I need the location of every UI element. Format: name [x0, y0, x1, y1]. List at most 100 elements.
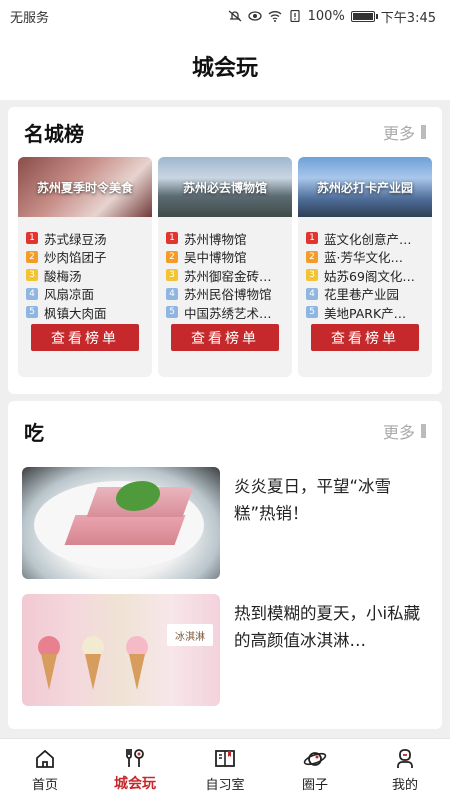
rank-badge: 1 [166, 232, 178, 245]
more-bar-icon [421, 125, 426, 139]
ice-cream-cone [85, 654, 101, 690]
profile-icon [397, 748, 413, 768]
page-header: 城会玩 [0, 32, 450, 100]
ranking-cover-image[interactable]: 苏州必打卡产业园 [298, 157, 432, 217]
ranking-cover-image[interactable]: 苏州必去博物馆 [158, 157, 292, 217]
ice-cream-cone [129, 654, 145, 690]
article-thumbnail[interactable]: 冰淇淋 [22, 594, 220, 706]
nav-study-room[interactable]: 自习室 [185, 747, 265, 793]
ranking-item[interactable]: 1 蓝文化创意产… [306, 229, 424, 248]
battery-percent: 100% [307, 8, 345, 24]
nav-home[interactable]: 首页 [5, 747, 85, 793]
ranking-item[interactable]: 5 中国苏绣艺术… [166, 303, 284, 322]
eat-more-button[interactable]: 更多 [383, 419, 426, 443]
ranking-item-text: 吴中博物馆 [184, 250, 247, 266]
ranking-item-text: 酸梅汤 [44, 268, 82, 284]
nav-city-play[interactable]: 城会玩 [95, 746, 175, 793]
eat-title: 吃 [24, 420, 44, 445]
ranking-column-park[interactable]: 苏州必打卡产业园 1 蓝文化创意产… 2 蓝·芳华文化… 3 姑苏69阁文化… 4 花里… [298, 157, 432, 377]
rankings-card: 名城榜 更多 苏州夏季时令美食 1 苏式绿豆汤 2 炒肉馅团子 3 酸梅汤 4 风扇凉面… [8, 107, 442, 394]
ranking-item-text: 蓝·芳华文化… [324, 250, 403, 266]
ranking-item-text: 中国苏绣艺术… [184, 305, 272, 321]
nav-circle[interactable]: 圈子 [275, 747, 355, 793]
ranking-item[interactable]: 3 苏州御窑金砖… [166, 266, 284, 285]
ranking-item[interactable]: 2 吴中博物馆 [166, 248, 284, 267]
ranking-item[interactable]: 5 美地PARK产… [306, 303, 424, 322]
ranking-item-text: 枫镇大肉面 [44, 305, 107, 321]
rank-badge: 5 [306, 306, 318, 319]
rank-badge: 1 [26, 232, 38, 245]
rank-badge: 2 [306, 250, 318, 263]
rank-badge: 2 [26, 250, 38, 263]
home-icon [36, 749, 54, 768]
view-ranking-button[interactable]: 查看榜单 [311, 324, 419, 351]
ranking-cover-title: 苏州必去博物馆 [182, 180, 267, 195]
nav-label: 首页 [31, 777, 58, 793]
mute-icon [228, 10, 242, 22]
ranking-column-museum[interactable]: 苏州必去博物馆 1 苏州博物馆 2 吴中博物馆 3 苏州御窑金砖… 4 苏州民俗博物馆 … [158, 157, 292, 377]
rank-badge: 5 [26, 306, 38, 319]
nav-mine[interactable]: 我的 [365, 747, 445, 793]
ranking-item[interactable]: 2 炒肉馅团子 [26, 248, 144, 267]
rankings-title: 名城榜 [24, 121, 84, 146]
ranking-list: 1 蓝文化创意产… 2 蓝·芳华文化… 3 姑苏69阁文化… 4 花里巷产业园 5 美地P… [298, 217, 432, 322]
rank-badge: 2 [166, 250, 178, 263]
rank-badge: 1 [306, 232, 318, 245]
ranking-list: 1 苏州博物馆 2 吴中博物馆 3 苏州御窑金砖… 4 苏州民俗博物馆 5 中国苏绣艺术… [158, 217, 292, 322]
ranking-list: 1 苏式绿豆汤 2 炒肉馅团子 3 酸梅汤 4 风扇凉面 5 枫镇大肉面 [18, 217, 152, 322]
ranking-item[interactable]: 4 风扇凉面 [26, 285, 144, 304]
rank-badge: 3 [26, 269, 38, 282]
carrier-text: 无服务 [10, 10, 50, 26]
bottom-nav: 首页 城会玩 自习室 圈子 我的 [0, 738, 450, 800]
ranking-item-text: 风扇凉面 [44, 287, 95, 303]
battery-icon [350, 10, 378, 22]
article-title[interactable]: 热到模糊的夏天，小i私藏的高颜值冰淇淋… [220, 594, 428, 706]
ranking-item-text: 炒肉馅团子 [44, 250, 107, 266]
ranking-item[interactable]: 1 苏州博物馆 [166, 229, 284, 248]
page-title: 城会玩 [191, 56, 258, 81]
article-title[interactable]: 炎炎夏日，平望“冰雪糕”热销！ [220, 467, 428, 579]
wifi-icon [268, 11, 282, 22]
rank-badge: 5 [166, 306, 178, 319]
ranking-item-text: 苏州博物馆 [184, 231, 247, 247]
ranking-item[interactable]: 1 苏式绿豆汤 [26, 229, 144, 248]
rank-badge: 3 [306, 269, 318, 282]
ranking-item[interactable]: 3 姑苏69阁文化… [306, 266, 424, 285]
eat-card: 吃 更多 炎炎夏日，平望“冰雪糕”热销！ 冰淇淋 热到模糊的夏天，小i私藏的高颜… [8, 401, 442, 729]
nav-label: 城会玩 [114, 776, 156, 792]
ranking-item-text: 苏州民俗博物馆 [184, 287, 272, 303]
nav-label: 我的 [391, 777, 418, 793]
rankings-more-button[interactable]: 更多 [383, 120, 426, 144]
rank-badge: 3 [166, 269, 178, 282]
book-icon [215, 749, 235, 767]
ranking-item[interactable]: 4 花里巷产业园 [306, 285, 424, 304]
more-label: 更多 [382, 124, 415, 143]
ranking-item-text: 苏式绿豆汤 [44, 231, 107, 247]
clock-time: 下午3:45 [380, 10, 436, 26]
nav-label: 自习室 [205, 777, 245, 793]
ice-cream-cone [41, 654, 57, 690]
article-thumbnail[interactable] [22, 467, 220, 579]
ranking-item-text: 蓝文化创意产… [324, 231, 412, 247]
ranking-item-text: 姑苏69阁文化… [324, 268, 415, 284]
food-icon [126, 749, 144, 767]
view-ranking-button[interactable]: 查看榜单 [171, 324, 279, 351]
status-bar: 无服务 100% 下午3:45 [0, 0, 450, 32]
rank-badge: 4 [166, 287, 178, 300]
ranking-item[interactable]: 4 苏州民俗博物馆 [166, 285, 284, 304]
view-ranking-button[interactable]: 查看榜单 [31, 324, 139, 351]
more-bar-icon [421, 424, 426, 438]
rankings-header: 名城榜 更多 [8, 107, 442, 157]
article-item[interactable]: 冰淇淋 热到模糊的夏天，小i私藏的高颜值冰淇淋… [22, 594, 428, 706]
ranking-item[interactable]: 3 酸梅汤 [26, 266, 144, 285]
ranking-item[interactable]: 2 蓝·芳华文化… [306, 248, 424, 267]
eat-header: 吃 更多 [8, 401, 442, 461]
article-item[interactable]: 炎炎夏日，平望“冰雪糕”热销！ [22, 467, 428, 579]
status-icons: 100% 下午3:45 [228, 7, 436, 26]
ranking-cover-image[interactable]: 苏州夏季时令美食 [18, 157, 152, 217]
ranking-column-food[interactable]: 苏州夏季时令美食 1 苏式绿豆汤 2 炒肉馅团子 3 酸梅汤 4 风扇凉面 5 枫镇大肉面… [18, 157, 152, 377]
ranking-item[interactable]: 5 枫镇大肉面 [26, 303, 144, 322]
ranking-item-text: 花里巷产业园 [324, 287, 400, 303]
ranking-item-text: 苏州御窑金砖… [184, 268, 272, 284]
sim-alert-icon [290, 10, 300, 22]
